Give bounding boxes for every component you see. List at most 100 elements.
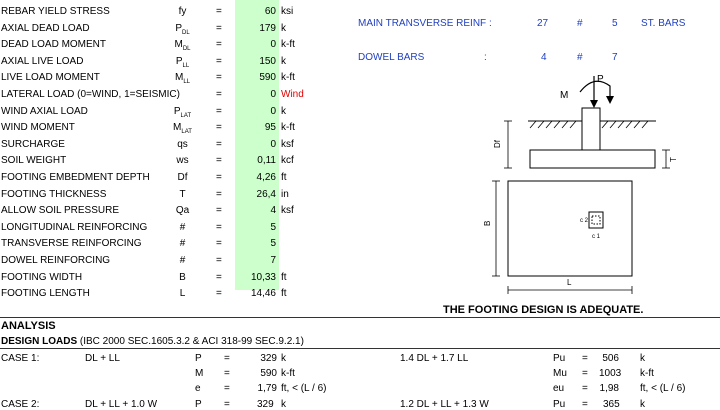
analysis-equals: = xyxy=(224,368,230,379)
equals-sign: = xyxy=(216,271,222,283)
symbol-main: B xyxy=(179,271,186,283)
divider-top xyxy=(0,317,720,318)
footing-elevation xyxy=(529,149,656,169)
input-label: FOOTING EMBEDMENT DEPTH xyxy=(1,172,150,183)
input-row: FOOTING THICKNESS T = 26,4 in xyxy=(0,187,330,203)
input-symbol: MLL xyxy=(160,72,205,85)
factored-unit: k xyxy=(640,353,645,364)
input-value-cell[interactable]: 0,11 xyxy=(235,155,276,166)
design-loads-heading: DESIGN LOADS (IBC 2000 SEC.1605.3.2 & AC… xyxy=(1,336,304,347)
equals-sign: = xyxy=(216,22,222,34)
input-value-cell[interactable]: 5 xyxy=(235,222,276,233)
input-row: REBAR YIELD STRESS fy = 60 ksi xyxy=(0,4,330,20)
input-row: WIND MOMENT MLAT = 95 k-ft xyxy=(0,120,330,136)
input-row: FOOTING WIDTH B = 10,33 ft xyxy=(0,270,330,286)
input-value-cell[interactable]: 0 xyxy=(235,89,276,100)
main-transverse-hash: # xyxy=(577,18,583,29)
input-symbol: fy xyxy=(160,6,205,19)
input-value-cell[interactable]: 7 xyxy=(235,255,276,266)
equals-sign: = xyxy=(216,105,222,117)
input-symbol: PDL xyxy=(160,23,205,36)
input-unit: kcf xyxy=(281,155,294,167)
input-symbol: T xyxy=(160,189,205,202)
input-label: FOOTING WIDTH xyxy=(1,271,83,283)
factored-unit: ft, < (L / 6) xyxy=(640,383,686,394)
input-unit: ksi xyxy=(281,6,294,17)
input-value-cell[interactable]: 0 xyxy=(235,39,276,50)
dowel-bars-label: DOWEL BARS xyxy=(358,52,425,63)
input-row: LONGITUDINAL REINFORCING # = 5 xyxy=(0,220,330,236)
input-value-cell[interactable]: 5 xyxy=(235,238,276,249)
symbol-main: P xyxy=(173,105,181,117)
input-row: FOOTING EMBEDMENT DEPTH Df = 4,26 ft xyxy=(0,170,330,186)
input-value-cell[interactable]: 14,46 xyxy=(235,288,276,299)
input-value-cell[interactable]: 26,4 xyxy=(235,189,276,200)
input-label: LATERAL LOAD (0=WIND, 1=SEISMIC) xyxy=(1,89,180,100)
m-label: M xyxy=(560,90,568,101)
analysis-equals: = xyxy=(224,353,230,364)
input-label: WIND AXIAL LOAD xyxy=(1,105,88,117)
input-value-cell[interactable]: 0 xyxy=(235,106,276,117)
input-symbol: L xyxy=(160,288,205,301)
input-value-cell[interactable]: 0 xyxy=(235,139,276,150)
input-symbol: Df xyxy=(160,172,205,185)
symbol-main: Qa xyxy=(175,205,190,217)
column-elevation xyxy=(581,107,601,151)
symbol-main: P xyxy=(175,22,182,34)
input-symbol: B xyxy=(160,272,205,285)
input-value-cell[interactable]: 10,33 xyxy=(235,272,276,283)
equals-sign: = xyxy=(216,155,222,167)
input-value-cell[interactable]: 150 xyxy=(235,56,276,67)
equals-sign: = xyxy=(216,122,222,134)
equals-sign: = xyxy=(216,55,222,67)
input-unit: Wind xyxy=(281,89,304,100)
analysis-title: ANALYSIS xyxy=(1,320,56,332)
input-symbol: PLAT xyxy=(160,106,205,119)
p-label: P xyxy=(597,74,604,85)
input-label: TRANSVERSE REINFORCING xyxy=(1,238,142,250)
input-symbol: # xyxy=(160,238,205,251)
column-plan xyxy=(588,211,604,229)
moment-arrow-icon xyxy=(606,96,614,104)
input-label: LONGITUDINAL REINFORCING xyxy=(1,221,148,233)
input-unit: in xyxy=(281,188,289,200)
input-row: AXIAL LIVE LOAD PLL = 150 k xyxy=(0,54,330,70)
input-value-cell[interactable]: 590 xyxy=(235,72,276,83)
analysis-symbol: M xyxy=(195,368,204,379)
input-value-cell[interactable]: 4,26 xyxy=(235,172,276,183)
input-label: AXIAL DEAD LOAD xyxy=(1,22,90,34)
footing-plan xyxy=(507,180,633,277)
analysis-value: 329 xyxy=(260,353,277,364)
input-row: ALLOW SOIL PRESSURE Qa = 4 ksf xyxy=(0,203,330,219)
input-value-cell[interactable]: 4 xyxy=(235,205,276,216)
factored-equals: = xyxy=(582,353,588,364)
input-value-cell[interactable]: 95 xyxy=(235,122,276,133)
input-row: DEAD LOAD MOMENT MDL = 0 k-ft xyxy=(0,37,330,53)
input-row: FOOTING LENGTH L = 14,46 ft xyxy=(0,286,330,302)
input-value-cell[interactable]: 179 xyxy=(235,23,276,34)
symbol-main: L xyxy=(179,288,186,300)
input-symbol: # xyxy=(160,255,205,268)
factored-symbol: Pu xyxy=(553,353,566,364)
c2-label: c 2 xyxy=(580,218,589,224)
analysis-equals: = xyxy=(224,383,230,394)
factored-value: 1,98 xyxy=(599,383,619,394)
input-label: FOOTING LENGTH xyxy=(1,288,90,300)
dowel-bars-count: 4 xyxy=(541,52,547,63)
equals-sign: = xyxy=(216,39,222,51)
factored-combo: 1.4 DL + 1.7 LL xyxy=(400,353,469,364)
input-row: SOIL WEIGHT ws = 0,11 kcf xyxy=(0,153,330,169)
input-unit: k-ft xyxy=(281,122,295,134)
case1-combo: DL + LL xyxy=(85,353,120,364)
case1-label: CASE 1: xyxy=(1,353,40,364)
input-unit: ksf xyxy=(281,205,294,217)
input-value-cell[interactable]: 60 xyxy=(235,6,276,17)
input-label: SURCHARGE xyxy=(1,138,65,150)
symbol-main: Df xyxy=(177,172,188,183)
design-loads-ref: (IBC 2000 SEC.1605.3.2 & ACI 318-99 SEC.… xyxy=(79,336,304,347)
equals-sign: = xyxy=(216,288,222,300)
input-row: AXIAL DEAD LOAD PDL = 179 k xyxy=(0,21,330,37)
equals-sign: = xyxy=(216,72,222,84)
analysis-value: 1,79 xyxy=(257,383,277,394)
dowel-bars-hash: # xyxy=(577,52,583,63)
